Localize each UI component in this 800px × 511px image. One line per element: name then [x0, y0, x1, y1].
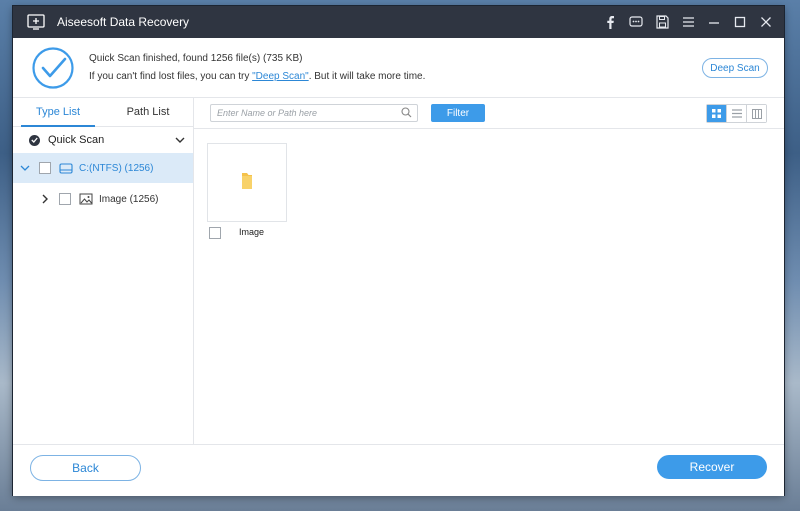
- list-view-icon[interactable]: [726, 105, 746, 122]
- scan-hint-suffix: . But it will take more time.: [308, 71, 426, 82]
- drive-icon: [59, 162, 73, 174]
- quick-scan-header[interactable]: Quick Scan: [13, 127, 193, 153]
- save-icon[interactable]: [654, 14, 670, 30]
- file-item-image[interactable]: [207, 143, 287, 222]
- title-bar: Aiseesoft Data Recovery: [13, 6, 784, 38]
- app-title: Aiseesoft Data Recovery: [57, 15, 190, 29]
- close-icon[interactable]: [758, 14, 774, 30]
- menu-icon[interactable]: [680, 14, 696, 30]
- tree-item-image[interactable]: Image (1256): [13, 183, 193, 215]
- chevron-down-icon[interactable]: [175, 134, 185, 146]
- drive-label: C:(NTFS) (1256): [79, 162, 154, 174]
- image-checkbox[interactable]: [59, 193, 71, 205]
- drive-checkbox[interactable]: [39, 162, 51, 174]
- sidebar: Type List Path List Quick Scan C:(NTFS) …: [13, 98, 194, 444]
- maximize-icon[interactable]: [732, 14, 748, 30]
- tab-path-list[interactable]: Path List: [103, 98, 193, 126]
- file-item-label: Image: [239, 227, 265, 237]
- back-button[interactable]: Back: [30, 455, 141, 481]
- detail-view-icon[interactable]: [746, 105, 766, 122]
- chevron-down-icon[interactable]: [19, 165, 31, 171]
- scan-hint-prefix: If you can't find lost files, you can tr…: [89, 71, 253, 82]
- chat-icon[interactable]: [628, 14, 644, 30]
- scan-hint-text: If you can't find lost files, you can tr…: [89, 71, 425, 82]
- app-logo-icon: [27, 14, 45, 30]
- folder-icon: [240, 171, 254, 194]
- recover-button[interactable]: Recover: [657, 455, 767, 479]
- search-box: [210, 104, 418, 122]
- deep-scan-button[interactable]: Deep Scan: [702, 58, 768, 78]
- chevron-right-icon[interactable]: [39, 194, 51, 204]
- deep-scan-link[interactable]: "Deep Scan": [252, 71, 309, 82]
- scan-status-panel: Quick Scan finished, found 1256 file(s) …: [13, 38, 784, 98]
- tab-type-list[interactable]: Type List: [13, 98, 103, 127]
- minimize-icon[interactable]: [706, 14, 722, 30]
- sidebar-tabs: Type List Path List: [13, 98, 193, 127]
- search-icon[interactable]: [401, 107, 412, 121]
- image-type-icon: [79, 193, 93, 205]
- filter-button[interactable]: Filter: [431, 104, 485, 122]
- view-mode-toggle: [706, 104, 767, 123]
- file-browser: Filter Image: [194, 98, 784, 444]
- scan-complete-check-icon: [31, 46, 75, 93]
- app-window: Aiseesoft Data Recovery Quick Scan finis…: [13, 6, 784, 496]
- quick-scan-label: Quick Scan: [48, 134, 105, 146]
- tree-item-drive[interactable]: C:(NTFS) (1256): [13, 153, 193, 183]
- file-item-checkbox[interactable]: [209, 227, 221, 239]
- scan-result-text: Quick Scan finished, found 1256 file(s) …: [89, 53, 303, 64]
- facebook-icon[interactable]: [602, 14, 618, 30]
- browser-toolbar: Filter: [194, 98, 784, 129]
- grid-view-icon[interactable]: [707, 105, 726, 122]
- footer: Back Recover: [13, 444, 784, 496]
- check-badge-icon: [29, 134, 40, 146]
- search-input[interactable]: [211, 107, 399, 119]
- window-controls: [602, 14, 774, 30]
- image-type-label: Image (1256): [99, 193, 159, 205]
